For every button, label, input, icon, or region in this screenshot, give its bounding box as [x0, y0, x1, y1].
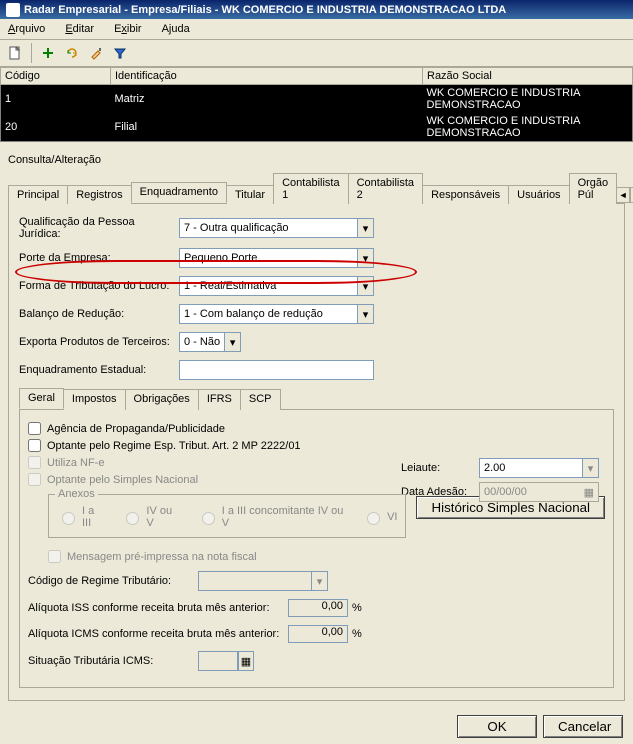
- check-simples: [28, 473, 41, 486]
- tab-responsaveis[interactable]: Responsáveis: [422, 185, 509, 204]
- label-leiaute: Leiaute:: [401, 462, 471, 474]
- tab-scp[interactable]: SCP: [240, 389, 281, 410]
- tab-registros[interactable]: Registros: [67, 185, 131, 204]
- label-estadual: Enquadramento Estadual:: [19, 364, 179, 376]
- menu-ajuda[interactable]: Ajuda: [158, 21, 194, 37]
- lookup-icon[interactable]: ▦: [238, 651, 254, 671]
- company-grid[interactable]: Código Identificação Razão Social 1 Matr…: [0, 67, 633, 142]
- group-anexos: Anexos I a III IV ou V I a III concomita…: [48, 494, 406, 538]
- toolbar-filter-icon[interactable]: [109, 42, 131, 64]
- tab-titular[interactable]: Titular: [226, 185, 274, 204]
- tab-contabilista2[interactable]: Contabilista 2: [348, 173, 423, 204]
- menu-exibir[interactable]: Exibir: [110, 21, 146, 37]
- input-estadual[interactable]: [179, 360, 374, 380]
- tab-contabilista1[interactable]: Contabilista 1: [273, 173, 348, 204]
- grid-header-razao[interactable]: Razão Social: [423, 68, 633, 85]
- radio-anexo3: [202, 512, 215, 525]
- select-leiaute[interactable]: 2.00 ▾: [479, 458, 599, 478]
- select-porte[interactable]: Pequeno Porte ▾: [179, 248, 374, 268]
- check-simples-label: Optante pelo Simples Nacional: [47, 474, 198, 486]
- inner-tabs: Geral Impostos Obrigações IFRS SCP: [19, 388, 614, 410]
- select-qualificacao[interactable]: 7 - Outra qualificação ▾: [179, 218, 374, 238]
- select-codigo-regime: ▾: [198, 571, 328, 591]
- tab-usuarios[interactable]: Usuários: [508, 185, 569, 204]
- label-porte: Porte da Empresa:: [19, 252, 179, 264]
- label-icms: Alíquota ICMS conforme receita bruta mês…: [28, 628, 288, 640]
- toolbar-brush-icon[interactable]: [85, 42, 107, 64]
- check-agencia[interactable]: [28, 422, 41, 435]
- toolbar-add-icon[interactable]: [37, 42, 59, 64]
- window-titlebar: Radar Empresarial - Empresa/Filiais - WK…: [0, 0, 633, 19]
- chevron-down-icon[interactable]: ▾: [357, 305, 373, 323]
- chevron-down-icon[interactable]: ▾: [224, 333, 240, 351]
- table-row[interactable]: 1 Matriz WK COMERCIO E INDUSTRIA DEMONST…: [1, 85, 633, 114]
- button-ok[interactable]: OK: [457, 715, 537, 738]
- menu-editar[interactable]: Editar: [61, 21, 98, 37]
- tab-scroll-left-icon[interactable]: ◄: [616, 187, 630, 203]
- label-qualificacao: Qualificação da Pessoa Jurídica:: [19, 216, 179, 240]
- input-iss: 0,00: [288, 599, 348, 617]
- tab-geral[interactable]: Geral: [19, 388, 64, 409]
- label-iss: Alíquota ISS conforme receita bruta mês …: [28, 602, 288, 614]
- check-optante-regime-label: Optante pelo Regime Esp. Tribut. Art. 2 …: [47, 440, 301, 452]
- radio-anexo1: [62, 512, 75, 525]
- label-balanco: Balanço de Redução:: [19, 308, 179, 320]
- chevron-down-icon[interactable]: ▾: [357, 219, 373, 237]
- app-icon: [6, 3, 20, 17]
- radio-anexo4: [367, 512, 380, 525]
- input-situacao-icms: [198, 651, 238, 671]
- toolbar-refresh-icon[interactable]: [61, 42, 83, 64]
- radio-anexo2: [126, 512, 139, 525]
- tab-orgao[interactable]: Orgão Púl: [569, 173, 618, 204]
- toolbar: [0, 40, 633, 67]
- section-title: Consulta/Alteração: [8, 154, 625, 166]
- check-nfe: [28, 456, 41, 469]
- outer-tabs: Principal Registros Enquadramento Titula…: [8, 172, 625, 204]
- select-exporta[interactable]: 0 - Não ▾: [179, 332, 241, 352]
- tab-impostos[interactable]: Impostos: [63, 389, 126, 410]
- chevron-down-icon[interactable]: ▾: [357, 249, 373, 267]
- check-mensagem-label: Mensagem pré-impressa na nota fiscal: [67, 551, 257, 563]
- label-tributacao: Forma de Tributação do Lucro:: [19, 280, 179, 292]
- input-dataadesao: 00/00/00 ▦: [479, 482, 599, 502]
- toolbar-new-icon[interactable]: [4, 42, 26, 64]
- chevron-down-icon: ▾: [311, 572, 327, 590]
- chevron-down-icon[interactable]: ▾: [357, 277, 373, 295]
- label-exporta: Exporta Produtos de Terceiros:: [19, 336, 179, 348]
- group-anexos-title: Anexos: [55, 488, 98, 500]
- menu-arquivo[interactable]: Arquivo: [4, 21, 49, 37]
- tab-enquadramento[interactable]: Enquadramento: [131, 182, 227, 203]
- check-nfe-label: Utiliza NF-e: [47, 457, 104, 469]
- percent-label: %: [352, 628, 362, 640]
- check-optante-regime[interactable]: [28, 439, 41, 452]
- input-icms: 0,00: [288, 625, 348, 643]
- label-situacao-icms: Situação Tributária ICMS:: [28, 655, 198, 667]
- label-dataadesao: Data Adesão:: [401, 486, 471, 498]
- select-balanco[interactable]: 1 - Com balanço de redução ▾: [179, 304, 374, 324]
- calendar-icon: ▦: [584, 486, 594, 499]
- label-codigo-regime: Código de Regime Tributário:: [28, 575, 198, 587]
- grid-header-identificacao[interactable]: Identificação: [111, 68, 423, 85]
- table-row[interactable]: 20 Filial WK COMERCIO E INDUSTRIA DEMONS…: [1, 113, 633, 142]
- percent-label: %: [352, 602, 362, 614]
- grid-header-codigo[interactable]: Código: [1, 68, 111, 85]
- check-agencia-label: Agência de Propaganda/Publicidade: [47, 423, 225, 435]
- tab-principal[interactable]: Principal: [8, 185, 68, 204]
- tab-ifrs[interactable]: IFRS: [198, 389, 241, 410]
- chevron-down-icon[interactable]: ▾: [582, 459, 598, 477]
- tab-obrigacoes[interactable]: Obrigações: [125, 389, 199, 410]
- select-tributacao[interactable]: 1 - Real/Estimativa ▾: [179, 276, 374, 296]
- menubar: Arquivo Editar Exibir Ajuda: [0, 19, 633, 40]
- window-title: Radar Empresarial - Empresa/Filiais - WK…: [24, 4, 506, 16]
- button-cancelar[interactable]: Cancelar: [543, 715, 623, 738]
- check-mensagem: [48, 550, 61, 563]
